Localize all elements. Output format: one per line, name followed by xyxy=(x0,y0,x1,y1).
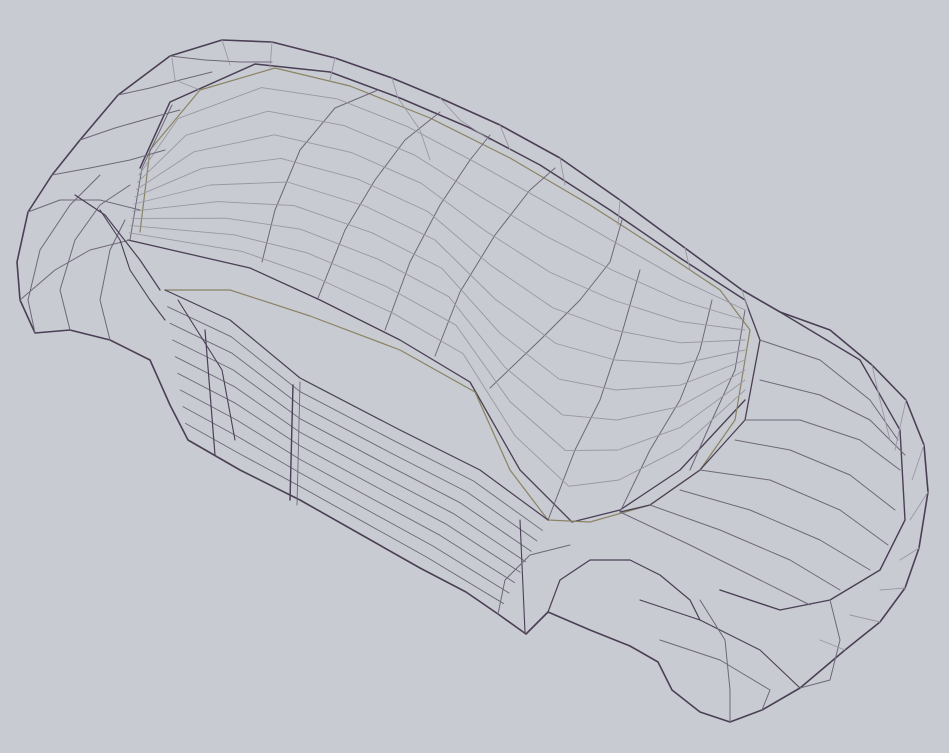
roof-section-8 xyxy=(619,299,713,513)
facet-edge-19 xyxy=(819,639,846,651)
roof-long-4 xyxy=(134,157,746,344)
front-bumper-lower xyxy=(659,639,771,711)
roof-section-4 xyxy=(384,134,491,331)
roof-long-5 xyxy=(133,181,746,365)
rear-section-4 xyxy=(19,239,131,301)
front-wheelarch xyxy=(547,559,701,621)
a-pillar-wheel-edge xyxy=(519,519,526,633)
side-panel-line-1 xyxy=(167,306,543,531)
roof-long-2 xyxy=(137,110,746,321)
roof-long-3 xyxy=(135,134,746,331)
facet-edge-18 xyxy=(849,614,881,623)
front-section-5 xyxy=(649,504,841,591)
cad-viewport[interactable] xyxy=(0,0,949,753)
roof-edge-bottom xyxy=(127,239,746,523)
front-section-8 xyxy=(759,379,906,456)
c-pillar-edge xyxy=(177,299,236,441)
rear-section-5 xyxy=(27,199,141,213)
roof-long-8 xyxy=(129,225,746,452)
side-panel-line-7 xyxy=(182,406,510,594)
rear-section-1 xyxy=(27,174,101,334)
roof-long-6 xyxy=(132,201,746,391)
side-panel-line-8 xyxy=(184,422,505,605)
front-section-4 xyxy=(679,489,871,571)
front-corner-edge xyxy=(799,599,841,689)
roof-section-1 xyxy=(129,104,173,241)
rear-section-9 xyxy=(169,55,273,63)
facet-edge-8 xyxy=(559,157,566,186)
front-section-6 xyxy=(619,511,811,606)
facet-edge-12 xyxy=(871,364,891,441)
side-panel-line-3 xyxy=(172,339,532,552)
beltline-side xyxy=(164,289,549,521)
side-panel-line-2 xyxy=(169,322,538,542)
facet-edge-3 xyxy=(269,41,273,69)
car-body-wireframe xyxy=(16,39,929,723)
rear-section-3 xyxy=(99,219,126,341)
facet-edge-17 xyxy=(879,587,906,591)
roof-section-2 xyxy=(261,89,379,263)
body-silhouette xyxy=(16,39,929,723)
front-bumper-seam xyxy=(699,599,731,723)
roof-section-7 xyxy=(547,269,641,521)
rear-section-2 xyxy=(59,184,131,331)
door-seam-rear xyxy=(204,329,216,456)
facet-edge-4 xyxy=(329,57,336,81)
rocker-front-edge xyxy=(497,544,571,615)
hood-outline xyxy=(719,311,906,611)
rear-section-7 xyxy=(79,109,181,141)
roof-section-6 xyxy=(489,219,623,389)
side-panel-line-6 xyxy=(179,389,516,584)
facet-edge-9 xyxy=(617,199,621,226)
front-section-1 xyxy=(744,419,901,471)
facet-edge-14 xyxy=(911,444,925,481)
facet-edge-1 xyxy=(171,57,201,91)
